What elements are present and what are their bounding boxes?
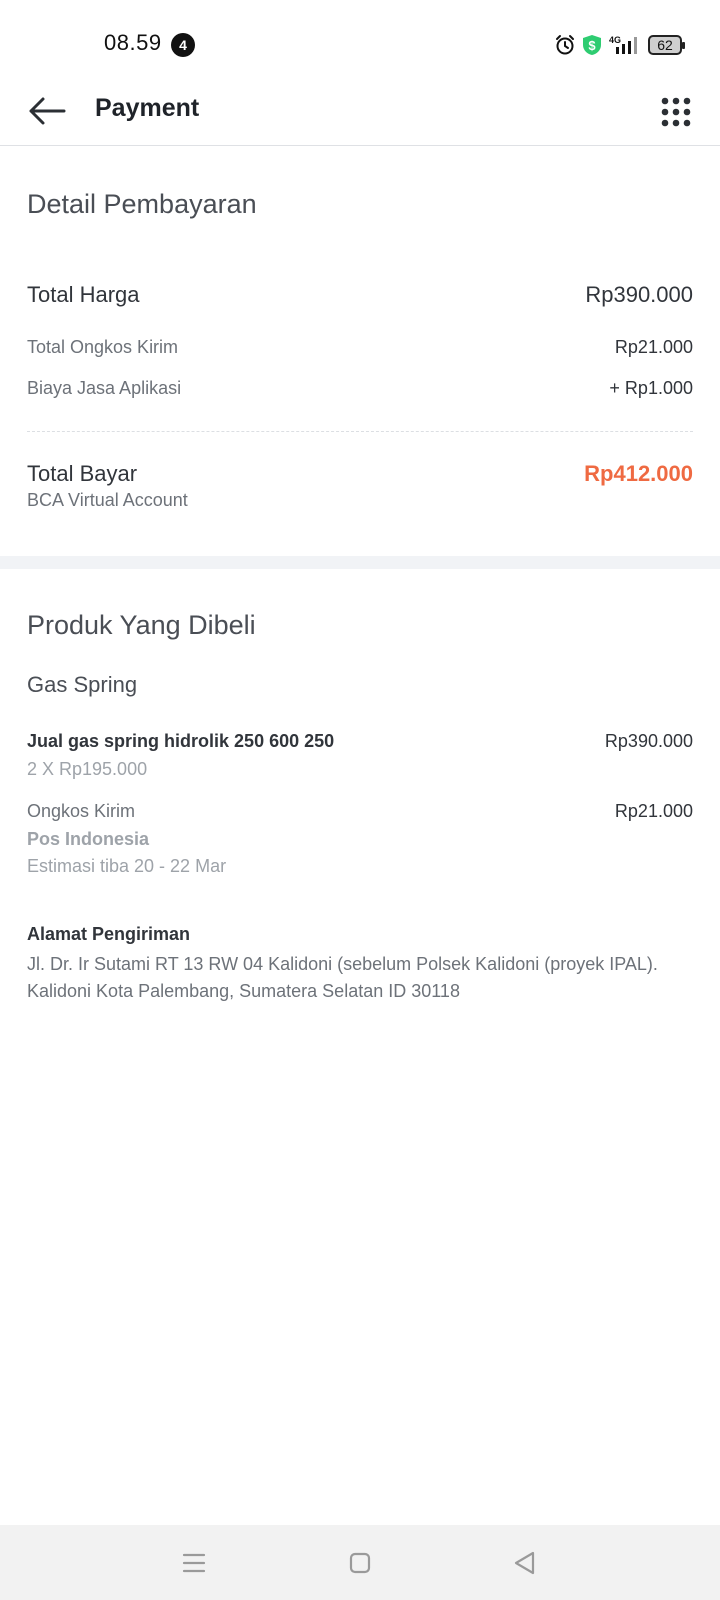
product-item-price: Rp390.000: [604, 731, 693, 751]
product-item-name: Jual gas spring hidrolik 250 600 250: [27, 731, 335, 751]
product-shipping-price: Rp21.000: [614, 801, 693, 821]
page-title: Payment: [95, 94, 200, 122]
app-fee-value: + Rp1.000: [609, 378, 693, 398]
status-bar: 08.59 4 $ 4G 62: [0, 0, 720, 88]
status-time: 08.59: [104, 30, 162, 55]
product-group-name: Gas Spring: [27, 672, 138, 697]
recent-apps-button[interactable]: [174, 1545, 214, 1581]
products-title: Produk Yang Dibeli: [27, 610, 256, 640]
svg-text:$: $: [588, 38, 596, 53]
notification-badge: 4: [171, 33, 195, 57]
menu-lines-icon: [182, 1553, 206, 1573]
delivery-estimate: Estimasi tiba 20 - 22 Mar: [27, 856, 227, 876]
product-shipping-label: Ongkos Kirim: [27, 801, 136, 821]
app-header: Payment: [0, 76, 720, 146]
payment-detail-title: Detail Pembayaran: [27, 189, 257, 219]
back-triangle-icon: [514, 1551, 535, 1575]
arrow-left-icon: [29, 97, 66, 125]
total-pay-label: Total Bayar: [27, 461, 138, 486]
shipping-value: Rp21.000: [614, 337, 693, 357]
menu-button[interactable]: [654, 90, 698, 134]
grid-dots-icon: [661, 97, 691, 127]
address-title: Alamat Pengiriman: [27, 924, 191, 944]
dashed-divider: [27, 431, 693, 432]
dollar-shield-icon: $: [583, 35, 601, 55]
address-text: Jl. Dr. Ir Sutami RT 13 RW 04 Kalidoni (…: [27, 954, 658, 1001]
signal-icon: 4G: [609, 35, 637, 54]
back-nav-button[interactable]: [504, 1545, 544, 1581]
alarm-icon: [556, 35, 574, 55]
shipping-label: Total Ongkos Kirim: [27, 337, 179, 357]
payment-method: BCA Virtual Account: [27, 490, 188, 510]
section-divider: [0, 556, 720, 569]
courier-name: Pos Indonesia: [27, 829, 150, 849]
total-pay-value: Rp412.000: [584, 461, 693, 486]
payment-screen: 08.59 4 $ 4G 62 Payment Detail Pembayara…: [0, 0, 720, 1600]
battery-icon: 62: [648, 35, 685, 55]
status-icons: $ 4G 62: [554, 32, 685, 58]
back-button[interactable]: [22, 88, 72, 134]
battery-level: 62: [657, 37, 673, 53]
app-fee-label: Biaya Jasa Aplikasi: [27, 378, 182, 398]
product-item-qty: 2 X Rp195.000: [27, 759, 148, 779]
svg-text:4G: 4G: [609, 35, 621, 45]
home-square-icon: [349, 1552, 371, 1574]
total-price-label: Total Harga: [27, 282, 140, 307]
total-price-value: Rp390.000: [585, 282, 693, 307]
system-nav-bar: [0, 1525, 720, 1600]
home-button[interactable]: [340, 1545, 380, 1581]
